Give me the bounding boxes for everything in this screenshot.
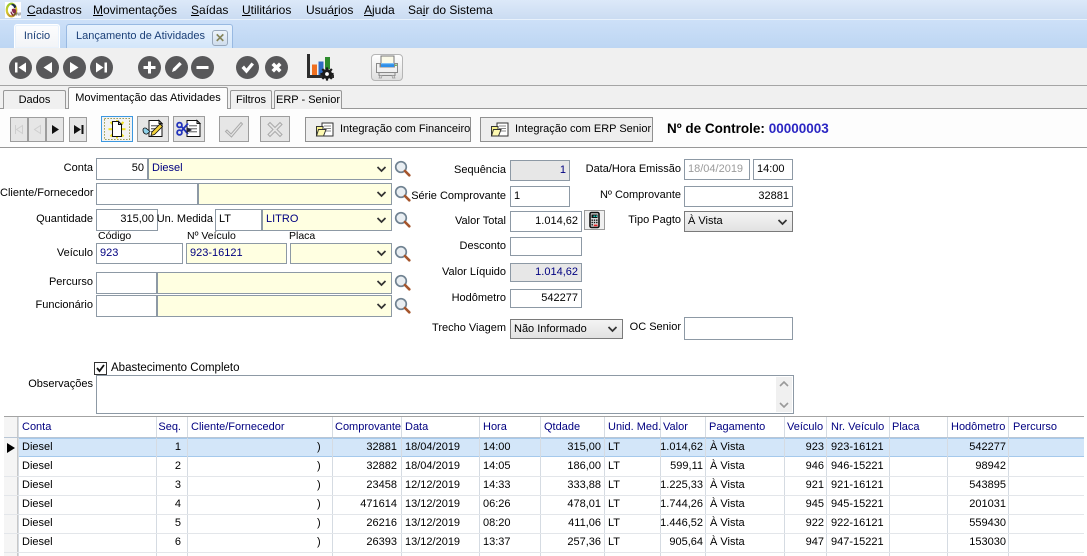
svg-text:ww: ww xyxy=(14,12,21,18)
